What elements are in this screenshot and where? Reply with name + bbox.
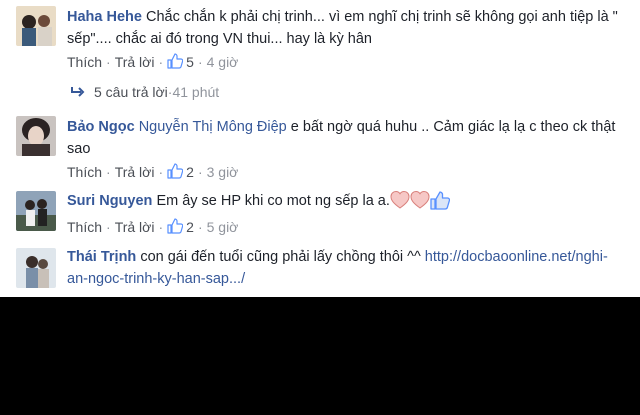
like-count[interactable]: 2 (167, 218, 194, 235)
reply-link[interactable]: Trả lời (115, 54, 155, 70)
heart-icon (390, 190, 410, 209)
comment-body: Thái Trịnh con gái đến tuổi cũng phải lấ… (67, 246, 627, 290)
comment-text: Em ây se HP khi co mot ng sếp la a. (156, 193, 390, 209)
comment-author[interactable]: Bảo Ngọc (67, 119, 135, 135)
comment-text: Chắc chắn k phải chị trinh... vì em nghĩ… (67, 9, 618, 47)
reply-link[interactable]: Trả lời (115, 164, 155, 180)
reply-link[interactable]: Trả lời (115, 219, 155, 235)
mention-link[interactable]: Nguyễn Thị Mông Điệp (139, 119, 287, 135)
comment-author[interactable]: Suri Nguyen (67, 193, 152, 209)
avatar[interactable] (16, 191, 56, 231)
replies-time: 41 phút (172, 84, 220, 100)
reply-arrow-icon (71, 87, 85, 97)
comment-actions: Thích · Trả lời · 2 · 5 giờ (67, 218, 239, 235)
thumbs-up-icon (430, 191, 450, 210)
thumbs-up-icon (167, 163, 184, 179)
like-link[interactable]: Thích (67, 219, 102, 235)
avatar[interactable] (16, 248, 56, 288)
comment-actions: Thích · Trả lời · 2 · 3 giờ (67, 163, 239, 180)
comment-time[interactable]: 3 giờ (207, 164, 239, 180)
comment-body: Haha Hehe Chắc chắn k phải chị trinh... … (67, 6, 627, 50)
like-count[interactable]: 2 (167, 163, 194, 180)
like-link[interactable]: Thích (67, 164, 102, 180)
thumbs-up-icon (167, 218, 184, 234)
comments-panel: Haha Hehe Chắc chắn k phải chị trinh... … (0, 0, 640, 297)
comment-text: con gái đến tuổi cũng phải lấy chồng thô… (140, 249, 421, 265)
thumbs-up-icon (167, 53, 184, 69)
comment-body: Bảo Ngọc Nguyễn Thị Mông Điệp e bất ngờ … (67, 116, 627, 160)
comment-time[interactable]: 5 giờ (207, 219, 239, 235)
comment-author[interactable]: Thái Trịnh (67, 249, 136, 265)
view-replies-link[interactable]: 5 câu trả lời·41 phút (70, 84, 219, 100)
replies-count: 5 câu trả lời (94, 84, 168, 100)
like-link[interactable]: Thích (67, 54, 102, 70)
comment-author[interactable]: Haha Hehe (67, 9, 142, 25)
comment-time[interactable]: 4 giờ (207, 54, 239, 70)
avatar[interactable] (16, 6, 56, 46)
like-count[interactable]: 5 (167, 53, 194, 70)
comment-actions: Thích · Trả lời · 5 · 4 giờ (67, 53, 239, 70)
comment-body: Suri Nguyen Em ây se HP khi co mot ng sế… (67, 190, 627, 212)
heart-icon (410, 190, 430, 209)
avatar[interactable] (16, 116, 56, 156)
